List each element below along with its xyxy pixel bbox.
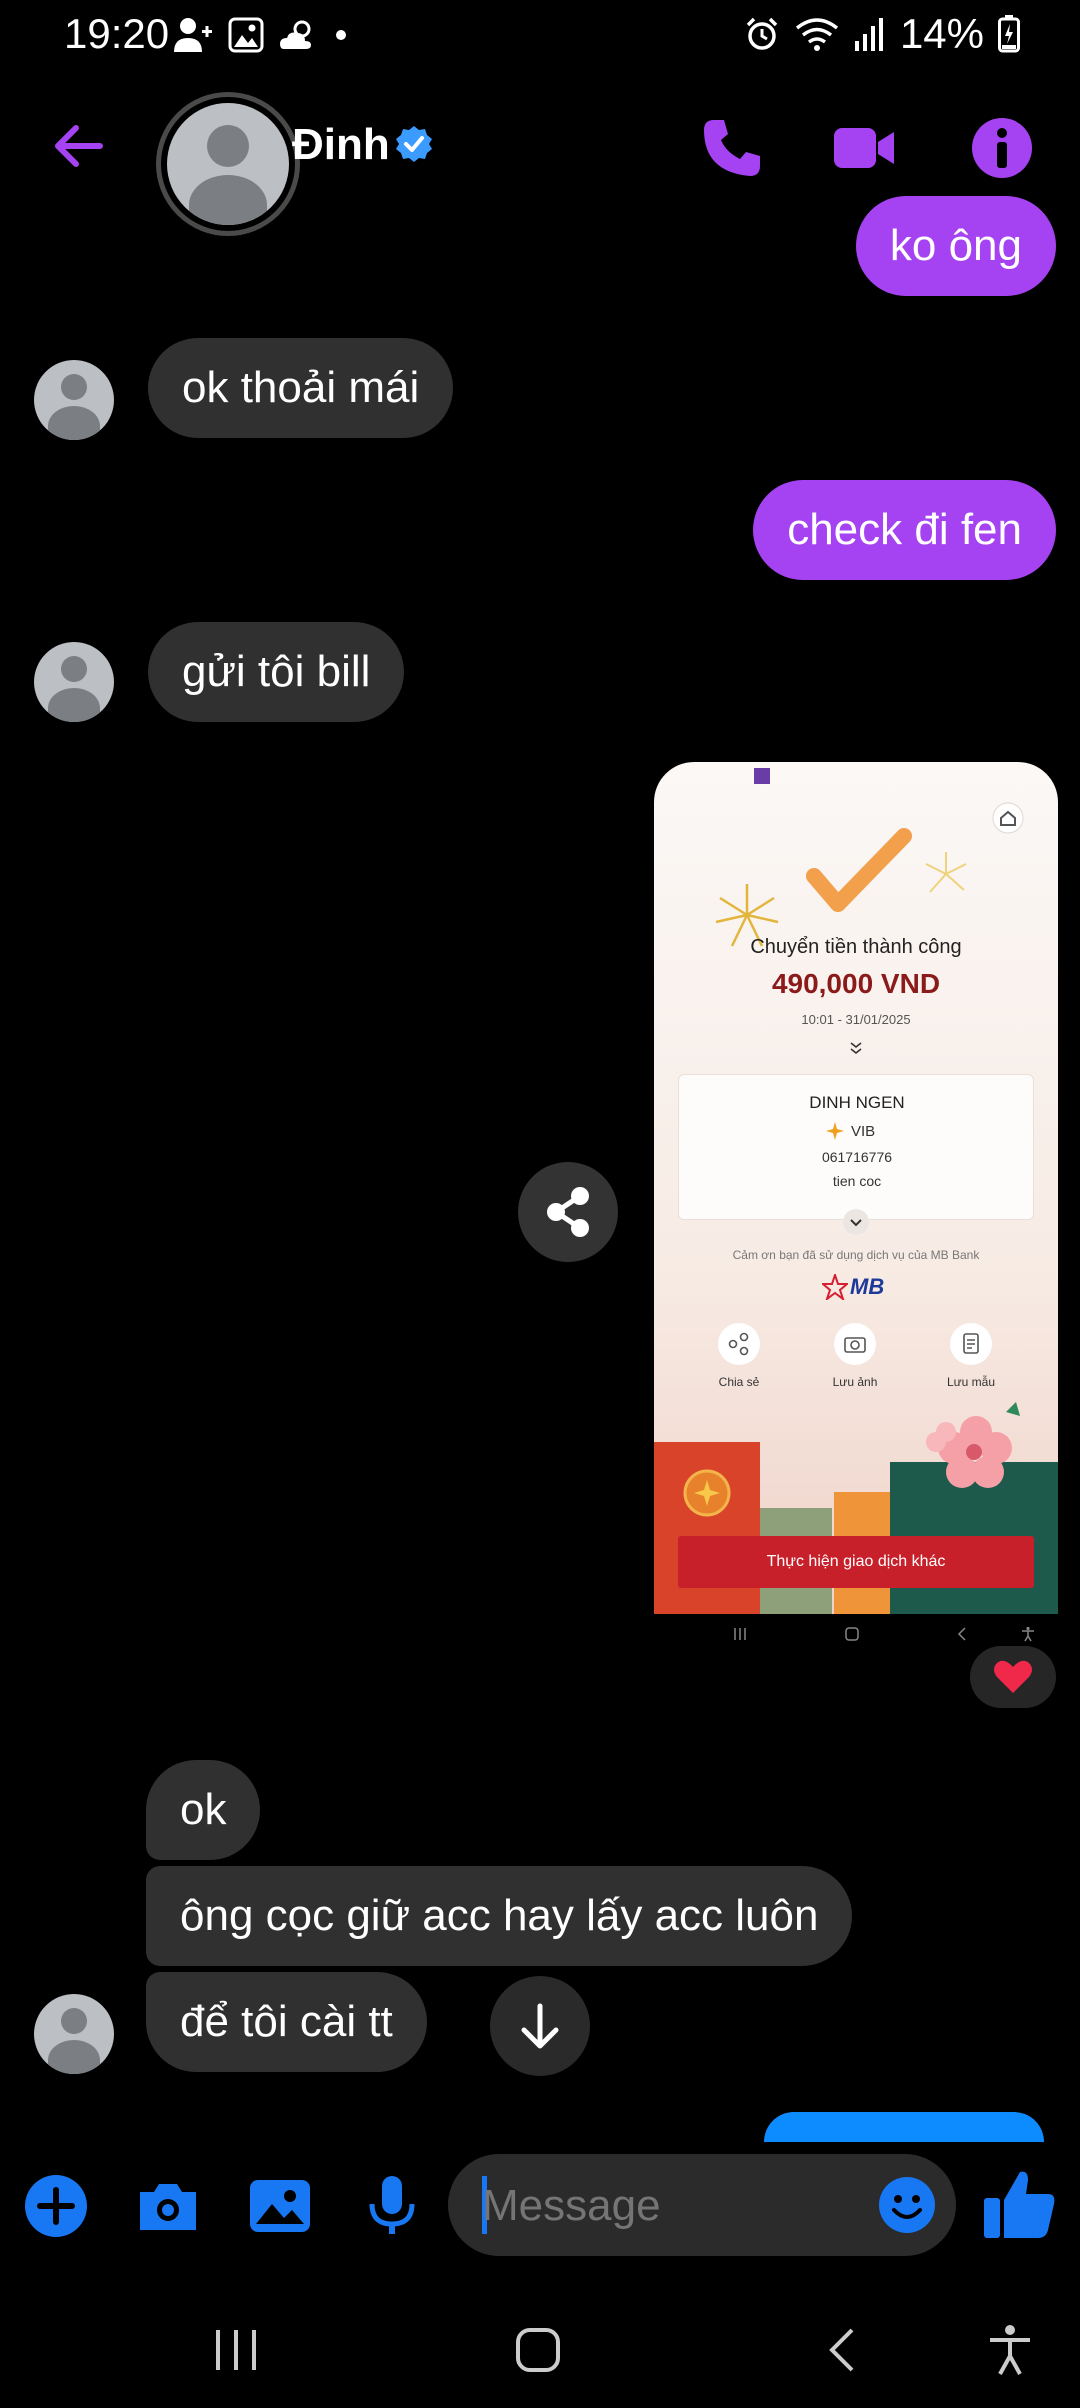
home-icon <box>992 802 1024 834</box>
message-bubble-incoming[interactable]: để tôi cài tt <box>146 1972 427 2072</box>
back-chevron-icon[interactable] <box>814 2320 874 2380</box>
thumbs-up-icon[interactable] <box>980 2164 1060 2244</box>
receipt-recipient-card: DINH NGEN VIB 061716776 tien coc <box>678 1074 1034 1220</box>
receipt-amount: 490,000 VND <box>771 968 941 999</box>
mb-star-logo-icon <box>822 1274 848 1300</box>
sender-avatar[interactable] <box>34 642 114 722</box>
sender-avatar[interactable] <box>34 360 114 440</box>
recent-apps-icon[interactable] <box>206 2320 266 2380</box>
flower-icon <box>926 1402 1020 1488</box>
status-notification-icons <box>172 16 348 54</box>
emoji-icon[interactable] <box>876 2174 938 2236</box>
share-attachment-button[interactable] <box>518 1162 618 1262</box>
add-contact-icon <box>174 18 212 52</box>
home-square-icon <box>845 1627 859 1641</box>
template-icon <box>950 1323 992 1365</box>
receipt-action-save-template: Lưu mẫu <box>926 1322 1016 1389</box>
wifi-icon <box>795 18 839 51</box>
recent-apps-icon <box>734 1628 746 1640</box>
receipt-action-label: Lưu mẫu <box>946 1375 996 1389</box>
plus-icon[interactable] <box>22 2172 90 2240</box>
bank-logo-icon <box>826 1122 844 1140</box>
accessibility-icon <box>1022 1626 1034 1642</box>
message-field[interactable] <box>448 2154 956 2256</box>
signal-icon <box>854 18 883 51</box>
accessibility-icon[interactable] <box>980 2320 1040 2380</box>
info-icon[interactable] <box>970 116 1034 180</box>
receipt-status-icon <box>754 768 770 784</box>
recipient-bank: VIB <box>851 1123 876 1140</box>
chevron-double-down-icon <box>850 1042 862 1055</box>
coin-icon <box>683 1469 731 1517</box>
share-icon <box>718 1323 760 1365</box>
phone-call-icon[interactable] <box>700 116 764 180</box>
verified-badge-icon <box>396 126 432 162</box>
message-bubble-incoming[interactable]: ok <box>146 1760 261 1860</box>
weather-icon <box>280 20 311 49</box>
heart-icon <box>994 1660 1032 1693</box>
receipt-title: Chuyển tiền thành công <box>750 936 962 958</box>
camera-icon <box>834 1323 876 1365</box>
system-navigation-bar <box>0 2290 1080 2408</box>
reaction-badge[interactable] <box>970 1646 1056 1708</box>
microphone-icon[interactable] <box>358 2172 426 2240</box>
battery-charging-icon <box>998 15 1020 53</box>
receipt-thanks: Cảm ơn bạn đã sử dụng dịch vụ của MB Ban… <box>732 1248 980 1262</box>
new-transaction-button: Thực hiện giao dịch khác <box>678 1536 1034 1588</box>
message-bubble-incoming[interactable]: ok thoải mái <box>148 338 454 438</box>
chat-header: Đinh <box>0 80 1080 236</box>
receipt-action-share: Chia sẻ <box>694 1322 784 1389</box>
contact-name[interactable]: Đinh <box>292 120 390 170</box>
scroll-to-bottom-button[interactable] <box>490 1976 590 2076</box>
receipt-datetime: 10:01 - 31/01/2025 <box>801 1012 911 1027</box>
alarm-icon <box>746 17 778 50</box>
receipt-action-label: Chia sẻ <box>718 1375 760 1389</box>
message-bubble-incoming[interactable]: ông cọc giữ acc hay lấy acc luôn <box>146 1866 853 1966</box>
receipt-action-save-image: Lưu ảnh <box>810 1322 900 1389</box>
status-time: 19:20 <box>64 10 170 57</box>
message-bubble-outgoing[interactable]: ko ông <box>855 196 1056 296</box>
sender-avatar[interactable] <box>34 1994 114 2074</box>
message-input[interactable] <box>482 2180 862 2232</box>
partially-hidden-message <box>764 2112 1044 2142</box>
expand-chevron-icon <box>843 1209 869 1235</box>
firework-icon <box>925 852 967 893</box>
back-arrow-icon[interactable] <box>48 116 108 176</box>
transfer-note: tien coc <box>832 1173 882 1189</box>
back-chevron-icon <box>957 1627 966 1641</box>
gallery-icon <box>228 17 264 53</box>
home-button-icon[interactable] <box>508 2320 568 2380</box>
message-bubble-incoming[interactable]: gửi tôi bill <box>148 622 405 722</box>
share-icon <box>547 1187 589 1237</box>
receipt-action-label: Lưu ảnh <box>832 1375 878 1389</box>
mb-brand-logo: MB <box>850 1274 885 1299</box>
message-bubble-outgoing[interactable]: check đi fen <box>753 480 1056 580</box>
more-notifications-dot-icon <box>336 30 346 40</box>
message-composer <box>0 2150 1080 2260</box>
contact-avatar[interactable] <box>156 92 300 236</box>
recipient-account: 061716776 <box>821 1149 893 1165</box>
video-call-icon[interactable] <box>832 116 896 180</box>
gallery-icon[interactable] <box>246 2172 314 2240</box>
camera-icon[interactable] <box>134 2172 202 2240</box>
success-checkmark-icon <box>806 828 912 912</box>
recipient-name: DINH NGEN <box>809 1093 905 1112</box>
battery-percent: 14% <box>899 10 984 57</box>
image-attachment-receipt[interactable]: Chuyển tiền thành công 490,000 VND 10:01… <box>654 762 1058 1614</box>
arrow-down-icon <box>521 2003 559 2049</box>
status-bar: 19:20 14% <box>0 0 1080 72</box>
